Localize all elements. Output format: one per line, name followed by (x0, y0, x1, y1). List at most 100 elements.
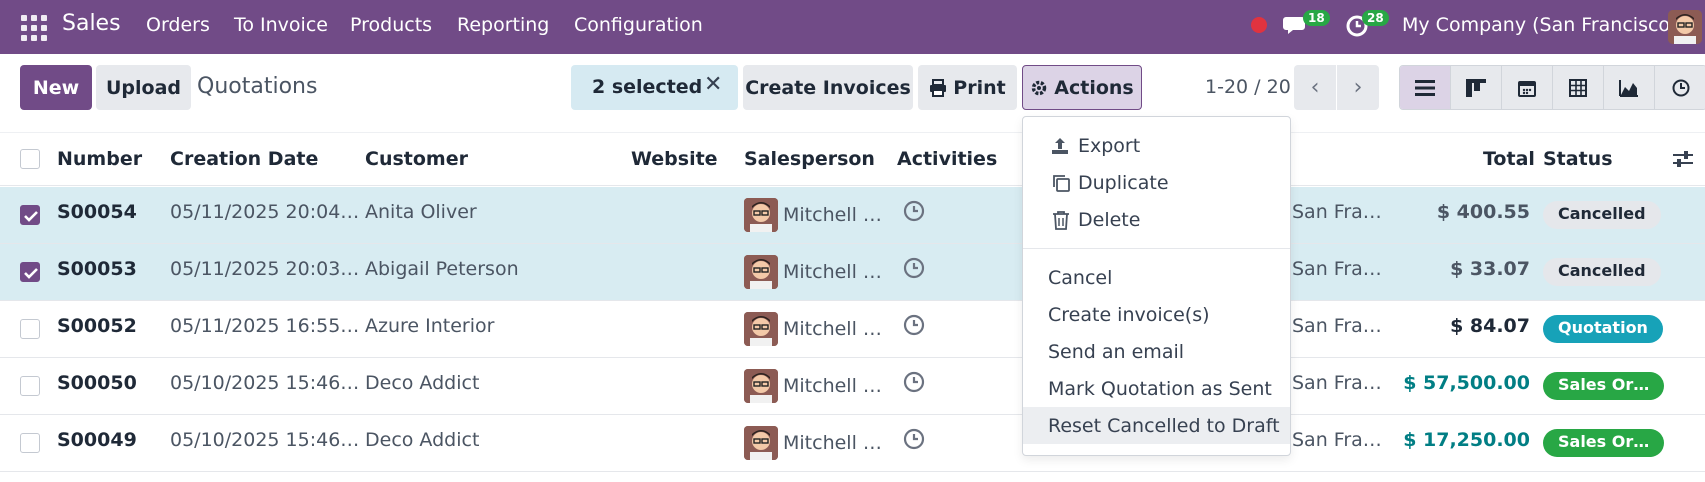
pivot-icon (1569, 78, 1587, 97)
pivot-view-button[interactable] (1553, 66, 1604, 109)
customer-name: Azure Interior (365, 315, 495, 337)
row-checkbox[interactable] (20, 262, 40, 282)
salesperson-name: Mitchell … (783, 204, 882, 226)
customer-name: Deco Addict (365, 372, 480, 394)
menu-configuration[interactable]: Configuration (574, 14, 703, 36)
print-button[interactable]: Print (918, 65, 1017, 110)
creation-date: 05/11/2025 20:03… (170, 258, 360, 280)
list-icon (1415, 79, 1435, 96)
selected-count: 2 selected (592, 76, 703, 98)
menu-to-invoice[interactable]: To Invoice (234, 14, 328, 36)
creation-date: 05/10/2025 15:46… (170, 429, 360, 451)
upload-button[interactable]: Upload (96, 65, 191, 110)
column-total[interactable]: Total (1483, 148, 1535, 170)
breadcrumb: Quotations (197, 74, 318, 99)
kanban-icon (1466, 78, 1486, 97)
activity-clock-icon[interactable] (902, 256, 926, 284)
apps-menu-icon[interactable] (20, 14, 47, 41)
company-switcher[interactable]: My Company (San Francisco) (1402, 14, 1677, 36)
column-creation-date[interactable]: Creation Date (170, 148, 318, 170)
actions-button[interactable]: Actions (1022, 65, 1142, 110)
order-number: S00053 (57, 258, 137, 280)
menu-orders[interactable]: Orders (146, 14, 210, 36)
menu-item-label: Create invoice(s) (1048, 303, 1210, 326)
salesperson-avatar (744, 198, 778, 232)
menu-item-duplicate[interactable]: Duplicate (1023, 164, 1290, 201)
menu-item-send-email[interactable]: Send an email (1023, 333, 1290, 370)
table-row[interactable]: S00052 05/11/2025 16:55… Azure Interior Mit… (0, 301, 1705, 358)
graph-view-button[interactable] (1604, 66, 1655, 109)
user-avatar[interactable] (1668, 10, 1702, 44)
row-checkbox[interactable] (20, 376, 40, 396)
pager-previous-button[interactable]: ‹ (1294, 65, 1336, 110)
printer-icon (930, 78, 947, 97)
activity-clock-icon[interactable] (902, 370, 926, 398)
actions-label: Actions (1054, 76, 1134, 99)
column-customer[interactable]: Customer (365, 148, 468, 170)
salesperson-name: Mitchell … (783, 432, 882, 454)
print-label: Print (953, 76, 1006, 99)
select-all-checkbox[interactable] (20, 149, 40, 169)
table-row[interactable]: S00049 05/10/2025 15:46… Deco Addict Mitche… (0, 415, 1705, 472)
customer-name: Abigail Peterson (365, 258, 519, 280)
column-number[interactable]: Number (57, 148, 142, 170)
column-website[interactable]: Website (631, 148, 718, 170)
calendar-icon (1518, 80, 1536, 97)
copy-icon (1053, 174, 1070, 192)
menu-item-label: Mark Quotation as Sent (1048, 377, 1272, 400)
upload-icon (1052, 137, 1068, 154)
activity-clock-icon[interactable] (902, 199, 926, 227)
order-total: $ 57,500.00 (1403, 372, 1530, 394)
menu-item-export[interactable]: Export (1023, 127, 1290, 164)
table-header: Number Creation Date Customer Website Sa… (0, 132, 1705, 186)
activity-icon (1672, 79, 1689, 96)
menu-item-mark-sent[interactable]: Mark Quotation as Sent (1023, 370, 1290, 407)
menu-products[interactable]: Products (350, 14, 432, 36)
customer-name: Deco Addict (365, 429, 480, 451)
column-activities[interactable]: Activities (897, 148, 997, 170)
optional-columns-sliders-icon[interactable] (1672, 149, 1694, 173)
pager-value[interactable]: 1-20 / 20 (1205, 76, 1291, 98)
activity-clock-icon[interactable] (902, 427, 926, 455)
menu-item-label: Reset Cancelled to Draft (1048, 414, 1280, 437)
menu-item-create-invoices[interactable]: Create invoice(s) (1023, 296, 1290, 333)
creation-date: 05/10/2025 15:46… (170, 372, 360, 394)
table-row[interactable]: S00050 05/10/2025 15:46… Deco Addict Mitche… (0, 358, 1705, 415)
top-navbar: Sales Orders To Invoice Products Reporti… (0, 0, 1705, 54)
menu-item-label: Duplicate (1078, 171, 1169, 194)
status-badge: Quotation (1543, 315, 1663, 343)
new-button[interactable]: New (20, 65, 92, 110)
kanban-view-button[interactable] (1451, 66, 1502, 109)
status-badge: Cancelled (1543, 201, 1661, 229)
status-badge: Cancelled (1543, 258, 1661, 286)
trash-icon (1053, 210, 1069, 230)
menu-item-delete[interactable]: Delete (1023, 201, 1290, 238)
menu-item-cancel[interactable]: Cancel (1023, 259, 1290, 296)
creation-date: 05/11/2025 16:55… (170, 315, 360, 337)
column-status[interactable]: Status (1543, 148, 1613, 170)
row-checkbox[interactable] (20, 319, 40, 339)
table-row[interactable]: S00054 05/11/2025 20:04… Anita Oliver Mitch… (0, 187, 1705, 244)
chevron-right-icon: › (1353, 75, 1363, 100)
table-row[interactable]: S00053 05/11/2025 20:03… Abigail Peterson M… (0, 244, 1705, 301)
row-checkbox[interactable] (20, 205, 40, 225)
list-view-button[interactable] (1400, 66, 1451, 109)
app-name[interactable]: Sales (62, 11, 121, 36)
row-checkbox[interactable] (20, 433, 40, 453)
menu-item-reset-to-draft[interactable]: Reset Cancelled to Draft (1023, 407, 1290, 444)
unselect-close-icon[interactable]: ✕ (704, 72, 722, 97)
gear-icon (1032, 80, 1047, 95)
order-total: $ 17,250.00 (1403, 429, 1530, 451)
salesperson-avatar (744, 426, 778, 460)
order-total: $ 33.07 (1450, 258, 1530, 280)
create-invoices-button[interactable]: Create Invoices (743, 65, 913, 110)
calendar-view-button[interactable] (1502, 66, 1553, 109)
recording-dot-icon[interactable] (1251, 17, 1267, 33)
column-salesperson[interactable]: Salesperson (744, 148, 875, 170)
menu-divider (1023, 248, 1290, 249)
activity-clock-icon[interactable] (902, 313, 926, 341)
pager-next-button[interactable]: › (1337, 65, 1379, 110)
menu-reporting[interactable]: Reporting (457, 14, 549, 36)
selection-indicator: 2 selected ✕ (571, 65, 738, 110)
activity-view-button[interactable] (1655, 66, 1705, 109)
